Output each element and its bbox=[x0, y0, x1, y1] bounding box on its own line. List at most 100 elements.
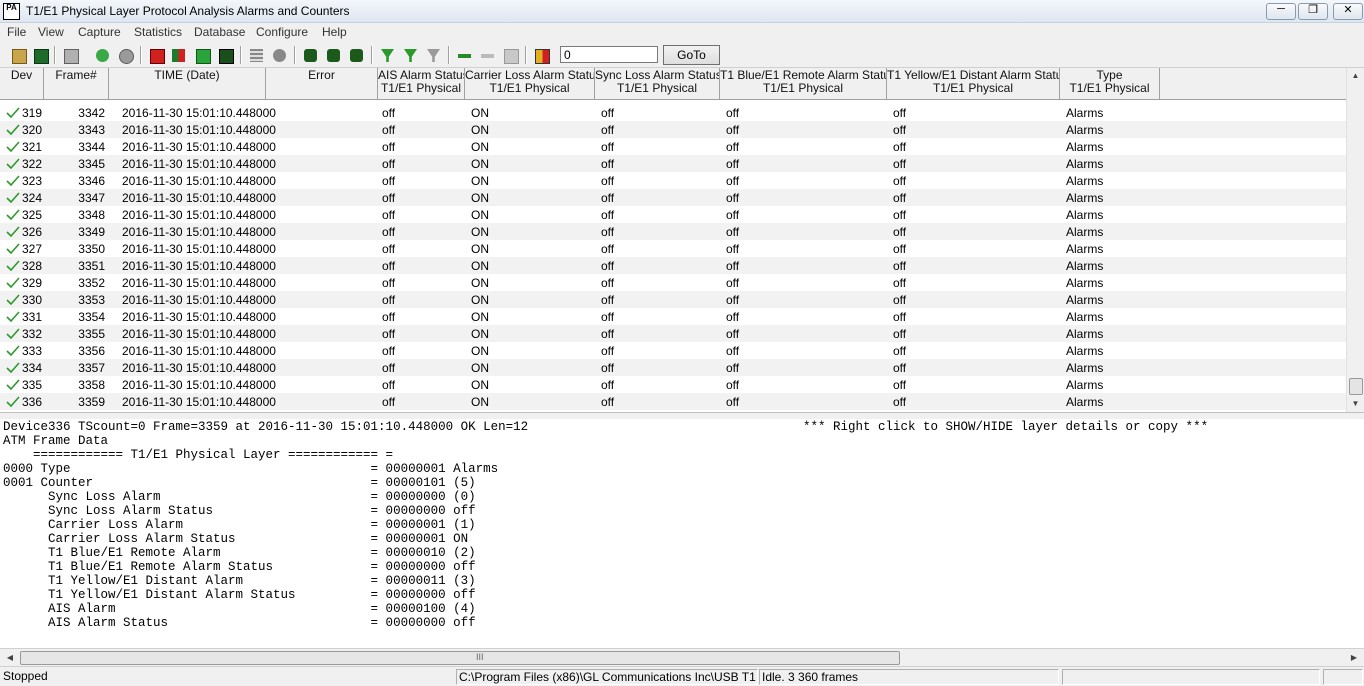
table-row[interactable]: 324 3347 2016-11-30 15:01:10.448000 off ON of… bbox=[0, 189, 1346, 206]
export-button[interactable] bbox=[60, 45, 81, 66]
check-icon bbox=[6, 311, 20, 322]
column-header-frame[interactable]: Frame# bbox=[44, 68, 109, 100]
cell-ais-status: off bbox=[382, 327, 396, 341]
table-row[interactable]: 329 3352 2016-11-30 15:01:10.448000 off ON of… bbox=[0, 274, 1346, 291]
table-row[interactable]: 330 3353 2016-11-30 15:01:10.448000 off ON of… bbox=[0, 291, 1346, 308]
app-icon[interactable]: PA bbox=[3, 3, 20, 20]
cell-blue-remote-status: off bbox=[726, 395, 740, 409]
print-button[interactable] bbox=[30, 45, 51, 66]
call-button[interactable] bbox=[454, 45, 475, 66]
scroll-right-icon[interactable]: ▶ bbox=[1346, 649, 1362, 666]
filter-clear-button[interactable] bbox=[423, 45, 444, 66]
cell-sync-loss-status: off bbox=[601, 106, 615, 120]
table-row[interactable]: 323 3346 2016-11-30 15:01:10.448000 off ON of… bbox=[0, 172, 1346, 189]
table-row[interactable]: 331 3354 2016-11-30 15:01:10.448000 off ON of… bbox=[0, 308, 1346, 325]
menu-help[interactable]: Help bbox=[322, 25, 347, 39]
table-row[interactable]: 325 3348 2016-11-30 15:01:10.448000 off ON of… bbox=[0, 206, 1346, 223]
cell-blue-remote-status: off bbox=[726, 293, 740, 307]
cell-carrier-loss-status: ON bbox=[471, 310, 489, 324]
detail-line: 0001 Counter = 00000101 (5) bbox=[3, 476, 476, 490]
scroll-up-icon[interactable]: ▲ bbox=[1347, 68, 1364, 84]
column-header-type[interactable]: Type T1/E1 Physical bbox=[1060, 68, 1160, 100]
table-row[interactable]: 326 3349 2016-11-30 15:01:10.448000 off ON of… bbox=[0, 223, 1346, 240]
vertical-scroll-thumb[interactable] bbox=[1349, 378, 1363, 395]
filter-active-button[interactable] bbox=[400, 45, 421, 66]
table-row[interactable]: 335 3358 2016-11-30 15:01:10.448000 off ON of… bbox=[0, 376, 1346, 393]
cell-ais-status: off bbox=[382, 140, 396, 154]
cell-blue-remote-status: off bbox=[726, 157, 740, 171]
cell-ais-status: off bbox=[382, 106, 396, 120]
cell-carrier-loss-status: ON bbox=[471, 157, 489, 171]
table-row[interactable]: 319 3342 2016-11-30 15:01:10.448000 off ON of… bbox=[0, 104, 1346, 121]
vertical-scrollbar[interactable]: ▲ ▼ bbox=[1346, 68, 1364, 412]
column-header-error[interactable]: Error bbox=[266, 68, 378, 100]
cell-yellow-distant-status: off bbox=[893, 225, 907, 239]
table-row[interactable]: 320 3343 2016-11-30 15:01:10.448000 off ON of… bbox=[0, 121, 1346, 138]
table-row[interactable]: 322 3345 2016-11-30 15:01:10.448000 off ON of… bbox=[0, 155, 1346, 172]
column-header-dev[interactable]: Dev bbox=[0, 68, 44, 100]
cell-type: Alarms bbox=[1066, 140, 1104, 154]
menu-configure[interactable]: Configure bbox=[256, 25, 308, 39]
cell-carrier-loss-status: ON bbox=[471, 378, 489, 392]
cell-time: 2016-11-30 15:01:10.448000 bbox=[122, 259, 276, 273]
horizontal-scroll-thumb[interactable]: III bbox=[20, 651, 900, 665]
goto-button[interactable]: GoTo bbox=[663, 45, 720, 65]
save-button[interactable] bbox=[215, 45, 236, 66]
table-row[interactable]: 333 3356 2016-11-30 15:01:10.448000 off ON of… bbox=[0, 342, 1346, 359]
summary-button[interactable] bbox=[192, 45, 213, 66]
column-header-ais-alarm[interactable]: AIS Alarm Status T1/E1 Physical bbox=[378, 68, 465, 100]
decode-button[interactable] bbox=[477, 45, 498, 66]
title-bar: PA T1/E1 Physical Layer Protocol Analysi… bbox=[0, 0, 1364, 23]
column-header-blue-remote[interactable]: T1 Blue/E1 Remote Alarm Status T1/E1 Phys… bbox=[720, 68, 887, 100]
check-icon bbox=[6, 107, 20, 118]
restore-button[interactable]: ❐ bbox=[1298, 3, 1328, 20]
menu-file[interactable]: File bbox=[7, 25, 26, 39]
cell-blue-remote-status: off bbox=[726, 191, 740, 205]
menu-view[interactable]: View bbox=[38, 25, 64, 39]
pda-button[interactable] bbox=[500, 45, 521, 66]
menu-database[interactable]: Database bbox=[194, 25, 245, 39]
record-button[interactable] bbox=[269, 45, 290, 66]
pda-icon bbox=[504, 49, 519, 64]
table-row[interactable]: 328 3351 2016-11-30 15:01:10.448000 off ON of… bbox=[0, 257, 1346, 274]
minimize-button[interactable]: ─ bbox=[1266, 3, 1296, 20]
stop-button[interactable] bbox=[115, 45, 136, 66]
cell-time: 2016-11-30 15:01:10.448000 bbox=[122, 106, 276, 120]
horizontal-scrollbar[interactable]: ◀ III ▶ bbox=[0, 648, 1364, 666]
table-row[interactable]: 332 3355 2016-11-30 15:01:10.448000 off ON of… bbox=[0, 325, 1346, 342]
open-button[interactable] bbox=[8, 45, 29, 66]
filter-clear-icon bbox=[427, 49, 440, 62]
cell-sync-loss-status: off bbox=[601, 361, 615, 375]
filter-button[interactable] bbox=[168, 45, 189, 66]
frame-detail-pane[interactable]: Device336 TScount=0 Frame=3359 at 2016-1… bbox=[0, 419, 1364, 649]
check-icon bbox=[6, 277, 20, 288]
column-header-sync-loss[interactable]: Sync Loss Alarm Status T1/E1 Physical bbox=[595, 68, 720, 100]
column-header-carrier-loss[interactable]: Carrier Loss Alarm Status T1/E1 Physical bbox=[465, 68, 595, 100]
decode-icon bbox=[481, 54, 494, 58]
grid-button[interactable] bbox=[246, 45, 267, 66]
capture-button[interactable] bbox=[146, 45, 167, 66]
refresh-button[interactable] bbox=[92, 45, 113, 66]
hi-tv-button[interactable] bbox=[531, 45, 552, 66]
table-row[interactable]: 336 3359 2016-11-30 15:01:10.448000 off ON of… bbox=[0, 393, 1346, 410]
menu-capture[interactable]: Capture bbox=[78, 25, 121, 39]
cell-carrier-loss-status: ON bbox=[471, 344, 489, 358]
column-header-yellow-distant[interactable]: T1 Yellow/E1 Distant Alarm Status T1/E1 P… bbox=[887, 68, 1060, 100]
column-header-time[interactable]: TIME (Date) bbox=[109, 68, 266, 100]
check-icon bbox=[6, 158, 20, 169]
table-row[interactable]: 327 3350 2016-11-30 15:01:10.448000 off ON of… bbox=[0, 240, 1346, 257]
scroll-down-icon[interactable]: ▼ bbox=[1347, 396, 1364, 412]
cell-frame: 3355 bbox=[78, 327, 105, 341]
close-button[interactable]: ✕ bbox=[1333, 3, 1363, 20]
set-filter-button[interactable] bbox=[377, 45, 398, 66]
search-icon bbox=[304, 49, 317, 62]
table-row[interactable]: 321 3344 2016-11-30 15:01:10.448000 off ON of… bbox=[0, 138, 1346, 155]
scroll-left-icon[interactable]: ◀ bbox=[2, 649, 18, 666]
search-prev-button[interactable] bbox=[346, 45, 367, 66]
search-button[interactable] bbox=[300, 45, 321, 66]
menu-statistics[interactable]: Statistics bbox=[134, 25, 182, 39]
cell-type: Alarms bbox=[1066, 293, 1104, 307]
search-next-button[interactable] bbox=[323, 45, 344, 66]
goto-input[interactable] bbox=[560, 46, 658, 63]
table-row[interactable]: 334 3357 2016-11-30 15:01:10.448000 off ON of… bbox=[0, 359, 1346, 376]
